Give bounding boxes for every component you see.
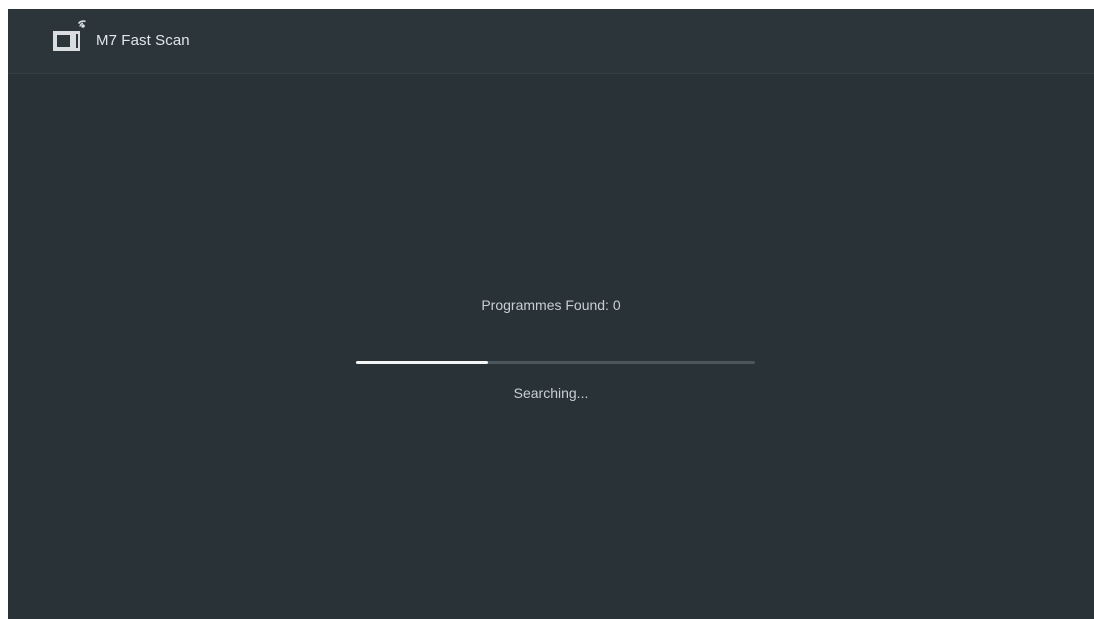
scan-screen: M7 Fast Scan Programmes Found: 0 Searchi… <box>8 9 1094 619</box>
app-title: M7 Fast Scan <box>96 32 190 49</box>
tv-antenna-icon <box>50 20 90 60</box>
scan-progress-fill <box>356 361 488 364</box>
scan-status-label: Searching... <box>513 385 589 401</box>
scan-progress-bar <box>356 361 755 364</box>
programmes-found-label: Programmes Found: 0 <box>481 297 621 313</box>
app-header: M7 Fast Scan <box>8 9 1094 74</box>
